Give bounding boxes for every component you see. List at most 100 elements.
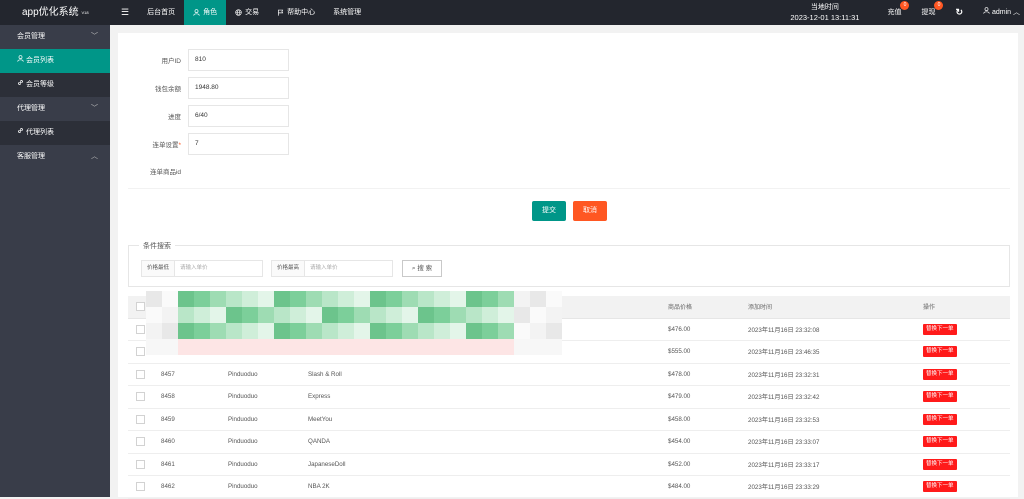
- nav-item-role[interactable]: 角色: [184, 0, 227, 25]
- row-checkbox[interactable]: [136, 392, 145, 402]
- replace-next-button[interactable]: 替换下一单: [923, 481, 957, 493]
- cell-name: NBA 2K: [300, 475, 660, 499]
- chevron-up-icon: ︿: [1013, 9, 1020, 16]
- submit-button[interactable]: 提交: [532, 201, 566, 221]
- nav-item-system[interactable]: 系统管理: [324, 0, 370, 25]
- cell-platform: [220, 318, 300, 341]
- row-checkbox[interactable]: [136, 459, 145, 469]
- cell-id: 8461: [153, 453, 220, 476]
- max-price-input[interactable]: 请输入单价: [305, 261, 392, 276]
- sidebar-group-members[interactable]: 会员管理 ﹀: [0, 25, 110, 49]
- cell-platform: Pinduoduo: [220, 363, 300, 386]
- min-price-input[interactable]: 请输入单价: [175, 261, 262, 276]
- replace-next-button[interactable]: 替换下一单: [923, 346, 957, 358]
- cell-name: Express: [300, 385, 660, 409]
- cell-price: $458.00: [660, 408, 740, 431]
- table-row[interactable]: 8458 Pinduoduo Express $479.00 2023年11月16日 2…: [128, 385, 1010, 409]
- chevron-down-icon: ﹀: [91, 105, 98, 112]
- cancel-button[interactable]: 取消: [573, 201, 607, 221]
- row-checkbox[interactable]: [136, 347, 145, 357]
- search-button[interactable]: ⌕ 搜 索: [402, 260, 442, 277]
- sidebar-item-label: 会员列表: [25, 57, 54, 64]
- header-name: [300, 296, 660, 319]
- menu-toggle-icon[interactable]: ☰: [110, 0, 138, 25]
- user-icon: [193, 9, 200, 16]
- cell-id: 8457: [153, 363, 220, 386]
- header-id: [153, 296, 220, 319]
- recharge-badge: 0: [900, 1, 910, 10]
- search-icon: ⌕: [411, 265, 416, 272]
- cell-op: 替换下一单: [915, 408, 1010, 431]
- header-op: 操作: [915, 296, 1010, 319]
- withdraw-button[interactable]: 提现 0: [911, 0, 945, 25]
- replace-next-button[interactable]: 替换下一单: [923, 391, 957, 403]
- sidebar-item-member-list[interactable]: 会员列表: [0, 49, 110, 73]
- brand-name: app优化系统: [22, 7, 79, 18]
- cell-op: 替换下一单: [915, 340, 1010, 364]
- sidebar-group-service[interactable]: 客服管理 ︿: [0, 145, 110, 169]
- select-all-checkbox[interactable]: [136, 302, 145, 312]
- nav-item-trade[interactable]: 交易: [226, 0, 268, 25]
- replace-next-button[interactable]: 替换下一单: [923, 413, 957, 425]
- nav-label: 角色: [203, 9, 218, 16]
- replace-next-button[interactable]: 替换下一单: [923, 458, 957, 470]
- row-checkbox[interactable]: [136, 414, 145, 424]
- chain-field[interactable]: 7: [188, 133, 289, 155]
- top-nav: ☰ 后台首页 角色 交易 帮助中心 系统管理: [110, 0, 370, 25]
- nav-label: 系统管理: [333, 9, 362, 16]
- search-button-label: 搜 索: [417, 265, 433, 272]
- balance-field[interactable]: 1948.80: [188, 77, 289, 99]
- header-platform: [220, 296, 300, 319]
- divider: [128, 188, 1010, 189]
- cell-op: 替换下一单: [915, 318, 1010, 341]
- cell-checkbox: [128, 408, 153, 431]
- replace-next-button[interactable]: 替换下一单: [923, 436, 957, 448]
- table-row[interactable]: 8459 Pinduoduo MeetYou $458.00 2023年11月16日 2…: [128, 408, 1010, 431]
- cell-time: 2023年11月16日 23:46:35: [740, 340, 915, 364]
- table-row[interactable]: 8462 Pinduoduo NBA 2K $484.00 2023年11月16日 23…: [128, 475, 1010, 499]
- table-row[interactable]: 8457 Pinduoduo Slash & Roll $478.00 2023年11月…: [128, 363, 1010, 386]
- top-right-area: 当地时间 2023-12-01 13:11:31 充值 0 提现 0 ↻ adm…: [780, 0, 1024, 25]
- sidebar-group-agents[interactable]: 代理管理 ﹀: [0, 97, 110, 121]
- replace-next-button[interactable]: 替换下一单: [923, 323, 957, 335]
- replace-next-button[interactable]: 替换下一单: [923, 368, 957, 380]
- form-row-chain-goods: 连单商品id: [118, 166, 188, 176]
- header-checkbox-cell: [128, 296, 153, 319]
- chain-goods-label: 连单商品id: [149, 169, 181, 176]
- cell-op: 替换下一单: [915, 453, 1010, 476]
- recharge-button[interactable]: 充值 0: [877, 0, 911, 25]
- main-panel: 用户ID 810 钱包余额 1948.80 进度 6/40 连单设置* 7 连单…: [118, 33, 1018, 499]
- clock-label: 当地时间: [810, 3, 839, 11]
- cell-platform: [220, 340, 300, 364]
- cell-checkbox: [128, 340, 153, 364]
- cell-name: QANDA: [300, 430, 660, 454]
- row-checkbox[interactable]: [136, 437, 145, 447]
- clock-value: 2023-12-01 13:11:31: [790, 12, 860, 22]
- top-bar: app优化系统 V18 ☰ 后台首页 角色 交易 帮助中心 系统管理 当地时间 …: [0, 0, 1024, 25]
- sidebar-group-label: 代理管理: [17, 105, 45, 112]
- refresh-icon[interactable]: ↻: [945, 0, 973, 25]
- row-checkbox[interactable]: [136, 324, 145, 334]
- sidebar-item-member-level[interactable]: 会员等级: [0, 73, 110, 97]
- cell-time: 2023年11月16日 23:32:31: [740, 363, 915, 386]
- goods-table: 商品价格 添加时间 操作 $476.00 2023年11月16日 23:32:08…: [128, 296, 1010, 499]
- chevron-up-icon: ︿: [91, 153, 98, 160]
- progress-field[interactable]: 6/40: [188, 105, 289, 127]
- cell-time: 2023年11月16日 23:33:07: [740, 430, 915, 454]
- nav-item-home[interactable]: 后台首页: [138, 0, 184, 25]
- user-id-field[interactable]: 810: [188, 49, 289, 71]
- row-checkbox[interactable]: [136, 369, 145, 379]
- table-row[interactable]: $555.00 2023年11月16日 23:46:35 替换下一单: [128, 340, 1010, 364]
- user-menu[interactable]: admin ︿: [973, 0, 1024, 25]
- link-icon: [18, 128, 23, 133]
- nav-item-help[interactable]: 帮助中心: [268, 0, 324, 25]
- cell-name: MeetYou: [300, 408, 660, 431]
- cell-time: 2023年11月16日 23:33:29: [740, 475, 915, 499]
- sidebar-item-label: 会员等级: [25, 81, 54, 88]
- header-price: 商品价格: [660, 296, 740, 319]
- table-row[interactable]: 8460 Pinduoduo QANDA $454.00 2023年11月16日 23:…: [128, 430, 1010, 454]
- table-row[interactable]: $476.00 2023年11月16日 23:32:08 替换下一单: [128, 318, 1010, 341]
- sidebar-item-agent-list[interactable]: 代理列表: [0, 121, 110, 145]
- table-row[interactable]: 8461 Pinduoduo JapaneseDoll $452.00 2023年11月…: [128, 453, 1010, 476]
- row-checkbox[interactable]: [136, 482, 145, 492]
